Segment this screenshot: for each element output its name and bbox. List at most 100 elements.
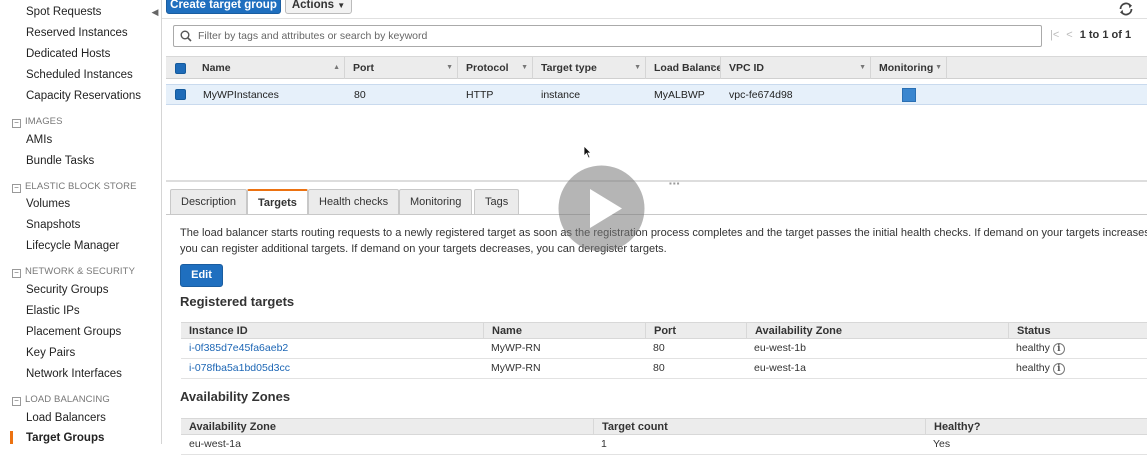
instance-id-link[interactable]: i-0f385d7e45fa6aeb2: [181, 339, 288, 358]
cell-load-balancer: MyALBWP: [654, 89, 705, 101]
chevron-down-icon: ▼: [337, 1, 346, 10]
sidebar-item-capacity-reservations[interactable]: Capacity Reservations: [26, 90, 141, 102]
cell-healthy: Yes: [933, 438, 951, 450]
sidebar-item-security-groups[interactable]: Security Groups: [26, 284, 108, 296]
column-header-vpc-id[interactable]: VPC ID ▼: [721, 57, 871, 79]
instance-id-link[interactable]: i-078fba5a1bd05d3cc: [181, 359, 290, 378]
select-all-checkbox[interactable]: [175, 63, 186, 74]
collapse-sidebar-icon[interactable]: ◀: [148, 2, 161, 22]
actions-button[interactable]: Actions ▼: [285, 0, 352, 14]
column-header-monitoring[interactable]: Monitoring ▼: [871, 57, 947, 79]
section-label: ELASTIC BLOCK STORE: [25, 181, 137, 192]
chevron-down-icon: ▼: [634, 64, 641, 71]
table-row: i-078fba5a1bd05d3cc MyWP-RN 80 eu-west-1…: [181, 359, 1147, 379]
sidebar-item-placement-groups[interactable]: Placement Groups: [26, 326, 121, 338]
table-row: i-0f385d7e45fa6aeb2 MyWP-RN 80 eu-west-1…: [181, 339, 1147, 359]
cell-zone: eu-west-1b: [754, 342, 806, 354]
sidebar-item-network-interfaces[interactable]: Network Interfaces: [26, 368, 122, 380]
pagination: |< <1 to 1 of 1: [1050, 29, 1131, 41]
sidebar-item-snapshots[interactable]: Snapshots: [26, 219, 80, 231]
column-header-load-balancer[interactable]: Load Balancer ▼: [646, 57, 721, 79]
actions-label: Actions: [291, 0, 335, 11]
column-label: Target type: [541, 62, 597, 74]
info-icon[interactable]: i: [1052, 343, 1065, 355]
column-header-name[interactable]: Name ▲: [194, 57, 345, 79]
sidebar-section-network[interactable]: − NETWORK & SECURITY: [12, 266, 136, 278]
tab-description[interactable]: Description: [170, 189, 248, 214]
sidebar-item-scheduled-instances[interactable]: Scheduled Instances: [26, 69, 133, 81]
chevron-down-icon: ▼: [446, 64, 453, 71]
tab-monitoring[interactable]: Monitoring: [399, 189, 473, 214]
table-row[interactable]: MyWPInstances 80 HTTP instance MyALBWP v…: [166, 84, 1147, 105]
search-icon: [180, 30, 192, 42]
tab-targets[interactable]: Targets: [247, 189, 308, 215]
column-header-port[interactable]: Port ▼: [345, 57, 458, 79]
collapse-icon: −: [12, 184, 21, 193]
column-header-availability-zone: Availability Zone: [189, 421, 277, 433]
cell-zone: eu-west-1a: [754, 362, 806, 374]
column-header-healthy: Healthy?: [925, 419, 980, 435]
sidebar-item-volumes[interactable]: Volumes: [26, 198, 70, 210]
monitoring-icon[interactable]: [902, 88, 916, 102]
column-header-status: Status: [1008, 323, 1051, 339]
tab-health-checks[interactable]: Health checks: [308, 189, 400, 214]
collapse-icon: −: [12, 269, 21, 278]
refresh-icon[interactable]: [1117, 0, 1135, 18]
section-label: LOAD BALANCING: [25, 394, 110, 405]
sidebar-section-load-balancing[interactable]: − LOAD BALANCING: [12, 394, 110, 406]
registered-targets-title: Registered targets: [180, 294, 295, 309]
column-header-protocol[interactable]: Protocol ▼: [458, 57, 533, 79]
column-label: Name: [202, 62, 231, 74]
section-label: IMAGES: [25, 116, 63, 127]
column-header-name: Name: [483, 323, 522, 339]
sidebar-item-amis[interactable]: AMIs: [26, 134, 52, 146]
collapse-icon: −: [12, 119, 21, 128]
column-label: Protocol: [466, 62, 509, 74]
pane-divider[interactable]: [166, 180, 1147, 182]
column-header-target-type[interactable]: Target type ▼: [533, 57, 646, 79]
info-icon[interactable]: i: [1052, 363, 1065, 375]
sidebar-item-elastic-ips[interactable]: Elastic IPs: [26, 305, 80, 317]
create-target-group-button[interactable]: Create target group: [166, 0, 281, 14]
availability-zones-title: Availability Zones: [180, 389, 291, 404]
sidebar-item-spot-requests[interactable]: Spot Requests: [26, 6, 101, 18]
sidebar-item-target-groups[interactable]: Target Groups: [26, 432, 104, 444]
cell-protocol: HTTP: [466, 89, 494, 101]
registered-targets-header: Instance ID Name Port Availability Zone …: [181, 322, 1147, 339]
cell-zone: eu-west-1a: [189, 438, 241, 450]
sidebar-item-dedicated-hosts[interactable]: Dedicated Hosts: [26, 48, 110, 60]
play-icon[interactable]: [558, 165, 645, 252]
mouse-cursor-icon: [583, 145, 592, 162]
sidebar-item-load-balancers[interactable]: Load Balancers: [26, 412, 106, 424]
cell-target-type: instance: [541, 89, 581, 101]
drag-handle-icon[interactable]: ▪▪▪: [669, 179, 681, 188]
cell-vpc-id: vpc-fe674d98: [729, 89, 793, 101]
sidebar-section-images[interactable]: − IMAGES: [12, 116, 63, 128]
chevron-down-icon: ▼: [935, 64, 942, 71]
targets-description: The load balancer starts routing request…: [180, 227, 1147, 255]
cell-port: 80: [354, 89, 366, 101]
search-input[interactable]: [196, 27, 1036, 45]
sidebar-item-reserved-instances[interactable]: Reserved Instances: [26, 27, 128, 39]
sidebar-section-ebs[interactable]: − ELASTIC BLOCK STORE: [12, 181, 137, 193]
tab-tags[interactable]: Tags: [474, 189, 520, 214]
prev-page-icon[interactable]: <: [1066, 29, 1072, 41]
column-label: Port: [353, 62, 374, 74]
page-range: 1 to 1 of 1: [1079, 29, 1132, 41]
sidebar-item-lifecycle-manager[interactable]: Lifecycle Manager: [26, 240, 119, 252]
column-header-availability-zone: Availability Zone: [746, 323, 842, 339]
cell-target-count: 1: [601, 438, 607, 450]
status-text: healthy: [1016, 342, 1050, 354]
cell-name: MyWP-RN: [491, 342, 541, 354]
tab-underline: [166, 214, 1147, 215]
filter-box: [173, 25, 1042, 47]
sidebar-item-bundle-tasks[interactable]: Bundle Tasks: [26, 155, 94, 167]
edit-button[interactable]: Edit: [180, 264, 223, 287]
grid-header: Name ▲ Port ▼ Protocol ▼ Target type ▼ Load …: [166, 56, 1147, 79]
section-label: NETWORK & SECURITY: [25, 266, 136, 277]
row-checkbox[interactable]: [175, 89, 186, 100]
sidebar-item-key-pairs[interactable]: Key Pairs: [26, 347, 75, 359]
first-page-icon[interactable]: |<: [1050, 29, 1059, 41]
column-header-instance-id: Instance ID: [189, 325, 248, 337]
cell-port: 80: [653, 342, 665, 354]
